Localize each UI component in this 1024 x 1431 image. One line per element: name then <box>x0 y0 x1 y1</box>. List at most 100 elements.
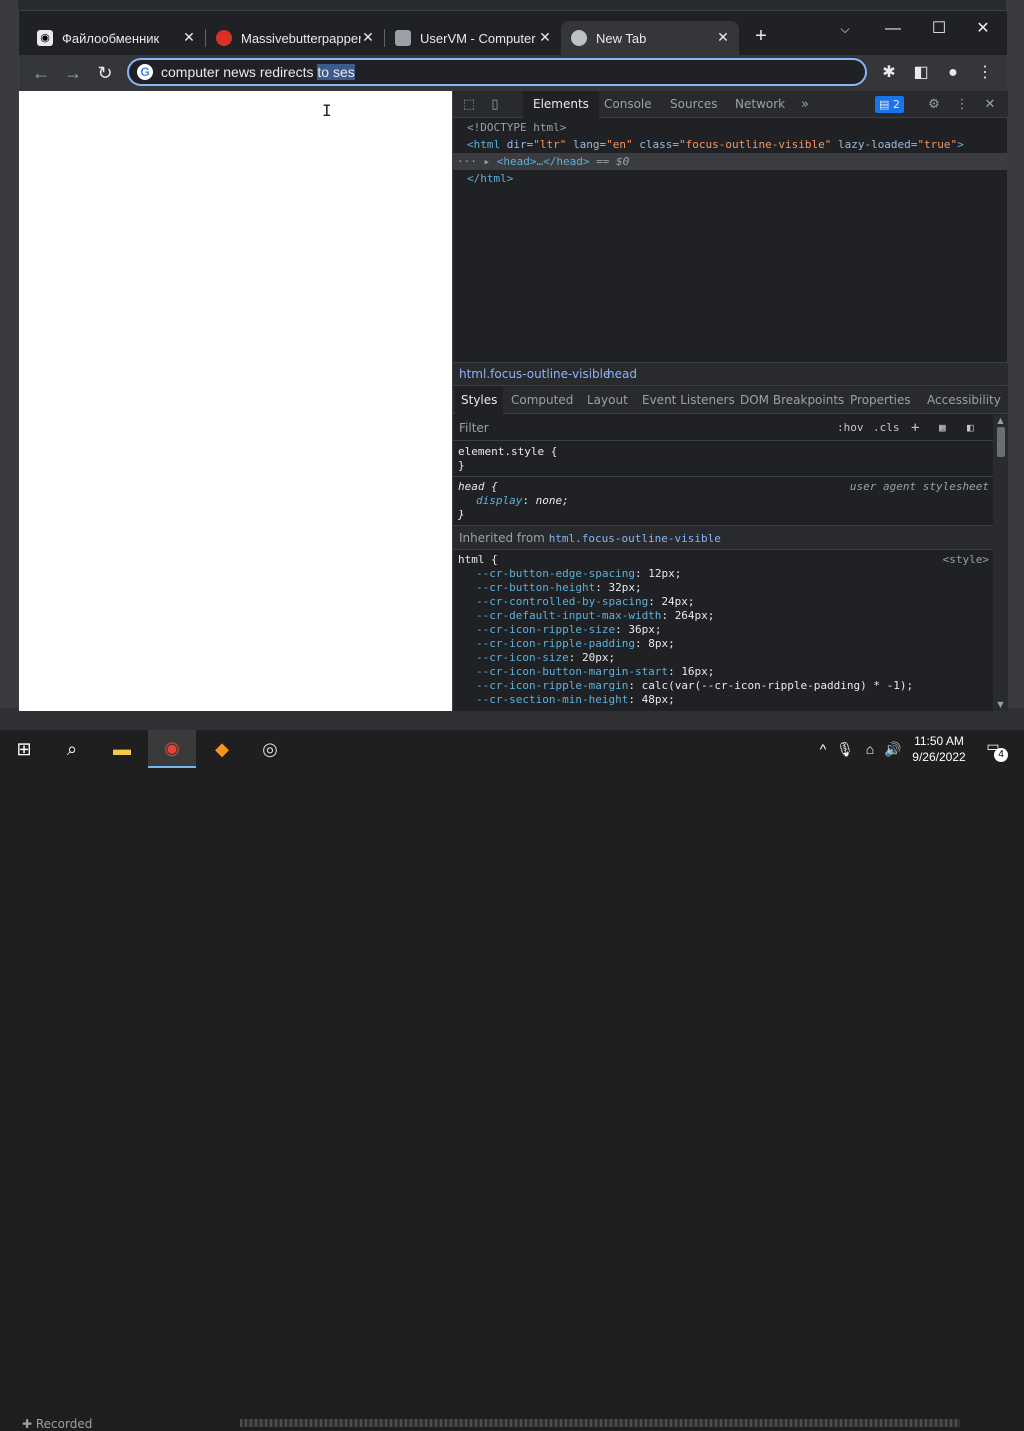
notifications-icon[interactable]: ▭ 4 <box>982 738 1008 762</box>
rule-source[interactable]: <style> <box>943 553 989 566</box>
more-tabs-icon[interactable]: » <box>795 91 815 118</box>
inherited-link[interactable]: html.focus-outline-visible <box>549 532 721 545</box>
new-tab-button[interactable]: + <box>749 25 773 49</box>
forward-button[interactable]: → <box>61 61 85 85</box>
page-viewport[interactable]: I <box>19 91 452 711</box>
address-bar[interactable]: G computer news redirects to ses <box>127 58 867 86</box>
css-declaration[interactable]: --cr-default-input-max-width: 264px; <box>458 609 988 623</box>
cls-toggle[interactable]: .cls <box>873 415 900 441</box>
css-declaration[interactable]: --cr-icon-button-margin-start: 16px; <box>458 665 988 679</box>
tab-uservm[interactable]: UserVM - Computer ✕ <box>385 21 561 55</box>
extensions-icon[interactable]: ✱ <box>877 61 901 85</box>
new-rule-icon[interactable]: + <box>911 415 919 441</box>
hov-toggle[interactable]: :hov <box>837 415 864 441</box>
back-button[interactable]: ← <box>29 61 53 85</box>
chrome-taskbar-button[interactable]: ◉ <box>148 730 196 768</box>
app-icon: ◎ <box>262 738 278 759</box>
devtools-menu-icon[interactable]: ⋮ <box>952 91 972 118</box>
chevron-up-icon[interactable]: ^ <box>814 730 832 768</box>
taskbar: ⊞ ⌕ ▬ ◉ ◆ ◎ ^ 🎙 ⌂ 🔊 11:50 AM 9/26/2022 ▭… <box>0 730 1024 768</box>
tab-styles[interactable]: Styles <box>455 387 504 414</box>
dom-html-close[interactable]: </html> <box>453 170 1008 187</box>
css-declaration[interactable]: --cr-icon-ripple-size: 36px; <box>458 623 988 637</box>
rule-head[interactable]: head { user agent stylesheet display: no… <box>453 477 993 526</box>
close-devtools-icon[interactable]: ✕ <box>980 91 1000 118</box>
tab-layout[interactable]: Layout <box>581 387 634 414</box>
tab-dom-breakpoints[interactable]: DOM Breakpoints <box>734 387 850 414</box>
tab-sources[interactable]: Sources <box>660 91 727 118</box>
settings-icon[interactable]: ⚙ <box>924 91 944 118</box>
start-button[interactable]: ⊞ <box>0 730 48 768</box>
inspect-element-icon[interactable]: ⬚ <box>459 91 479 118</box>
dom-doctype[interactable]: <!DOCTYPE html> <box>453 119 1008 136</box>
scroll-down-icon[interactable]: ▼ <box>993 699 1008 711</box>
dom-html-open[interactable]: <html dir="ltr" lang="en" class="focus-o… <box>453 136 1008 153</box>
close-window-button[interactable]: ✕ <box>961 15 1005 43</box>
microphone-icon[interactable]: 🎙 <box>836 730 854 768</box>
scroll-thumb[interactable] <box>997 427 1005 457</box>
tab-properties[interactable]: Properties <box>844 387 917 414</box>
css-declaration[interactable]: --cr-section-min-height: 48px; <box>458 693 988 707</box>
search-button[interactable]: ⌕ <box>48 730 96 768</box>
filter-input[interactable]: Filter <box>459 415 489 441</box>
toolbar: ← → ↻ G computer news redirects to ses ✱… <box>19 55 1007 91</box>
device-toolbar-icon[interactable]: ▯ <box>485 91 505 118</box>
styles-scrollbar[interactable]: ▲ ▼ <box>993 415 1008 711</box>
close-icon[interactable]: ✕ <box>181 29 197 45</box>
breadcrumb: html.focus-outline-visible head <box>453 362 1008 386</box>
css-declaration[interactable]: --cr-icon-ripple-margin: calc(var(--cr-i… <box>458 679 988 693</box>
css-property-name: --cr-button-edge-spacing <box>476 567 635 580</box>
file-explorer-button[interactable]: ▬ <box>98 730 146 768</box>
fl-studio-button[interactable]: ◆ <box>198 730 246 768</box>
css-declaration[interactable]: --cr-button-height: 32px; <box>458 581 988 595</box>
rule-source: user agent stylesheet <box>849 480 989 493</box>
uservm-icon <box>395 30 411 46</box>
sidebar-toggle-icon[interactable]: ◧ <box>967 415 974 441</box>
tab-network[interactable]: Network <box>725 91 795 118</box>
tab-console[interactable]: Console <box>594 91 662 118</box>
css-declaration[interactable]: --cr-icon-size: 20px; <box>458 651 988 665</box>
notification-count: 4 <box>994 748 1008 762</box>
tab-accessibility[interactable]: Accessibility <box>921 387 1007 414</box>
css-property-value: calc(var(--cr-icon-ripple-padding) * -1)… <box>641 679 914 692</box>
red-logo-icon <box>216 30 232 46</box>
css-property-name: --cr-icon-ripple-margin <box>476 679 629 692</box>
devtools-tabbar: ⬚ ▯ Elements Console Sources Network » ▤… <box>453 91 1008 118</box>
side-panel-icon[interactable]: ◧ <box>909 61 933 85</box>
reload-button[interactable]: ↻ <box>93 61 117 85</box>
tab-computed[interactable]: Computed <box>505 387 579 414</box>
breadcrumb-html[interactable]: html.focus-outline-visible <box>459 363 610 385</box>
rule-html[interactable]: html { <style> --cr-button-edge-spacing:… <box>453 550 993 710</box>
tab-search-button[interactable]: ⌵ <box>823 15 867 43</box>
tab-event-listeners[interactable]: Event Listeners <box>636 387 741 414</box>
minimize-button[interactable]: — <box>871 15 915 43</box>
folder-icon: ▬ <box>113 738 131 759</box>
breadcrumb-head[interactable]: head <box>607 363 637 385</box>
chrome-icon: ◉ <box>164 737 180 758</box>
search-icon: ⌕ <box>66 738 78 759</box>
css-declaration[interactable]: --cr-icon-ripple-padding: 8px; <box>458 637 988 651</box>
css-property-name: --cr-icon-ripple-padding <box>476 637 635 650</box>
scroll-up-icon[interactable]: ▲ <box>993 415 1008 427</box>
tab-fileshare[interactable]: ◉ Файлообменник ✕ <box>27 21 205 55</box>
app-button[interactable]: ◎ <box>246 730 294 768</box>
css-declaration[interactable]: --cr-button-edge-spacing: 12px; <box>458 567 988 581</box>
dom-head-node[interactable]: ··· ▸ <head>…</head> == $0 <box>453 153 1008 170</box>
maximize-button[interactable]: ☐ <box>917 15 961 43</box>
close-icon[interactable]: ✕ <box>537 29 553 45</box>
menu-icon[interactable]: ⋮ <box>973 61 997 85</box>
tab-massivebutterpapper[interactable]: Massivebutterpapper ✕ <box>206 21 384 55</box>
close-icon[interactable]: ✕ <box>715 29 731 45</box>
paint-icon[interactable]: ▦ <box>939 415 946 441</box>
css-property-value: 48px; <box>641 693 675 706</box>
css-declaration[interactable]: --cr-controlled-by-spacing: 24px; <box>458 595 988 609</box>
rule-element-style[interactable]: element.style { } <box>453 442 993 477</box>
issues-badge[interactable]: ▤ 2 <box>875 96 904 113</box>
tab-new-tab[interactable]: New Tab ✕ <box>561 21 739 55</box>
tab-elements[interactable]: Elements <box>523 91 599 118</box>
clock[interactable]: 11:50 AM 9/26/2022 <box>900 733 978 765</box>
network-icon[interactable]: ⌂ <box>860 730 880 768</box>
profile-icon[interactable]: ● <box>941 61 965 85</box>
close-icon[interactable]: ✕ <box>360 29 376 45</box>
styles-filter-bar[interactable]: Filter :hov .cls + ▦ ◧ <box>453 415 993 441</box>
